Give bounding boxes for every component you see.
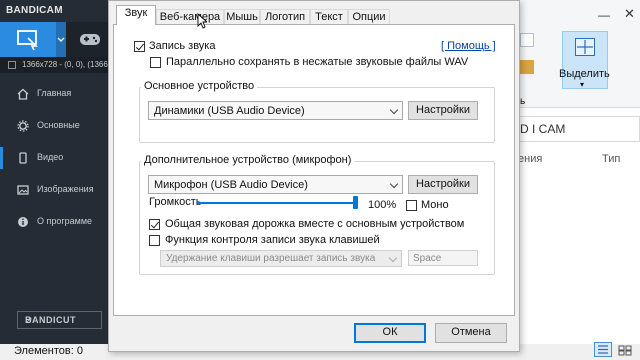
button-label: Настройки: [416, 104, 470, 116]
selected-indicator: [0, 147, 3, 169]
tiles-view-icon: [618, 345, 632, 356]
tab-label: Мышь: [226, 11, 258, 23]
nav-label: Изображения: [37, 184, 94, 194]
volume-value: 100%: [368, 199, 397, 211]
common-track-checkbox[interactable]: [149, 219, 160, 230]
column-header-type[interactable]: Тип: [602, 153, 620, 165]
nav-label: Видео: [37, 152, 64, 162]
tab-label: Текст: [315, 11, 343, 23]
capture-area-text: 1366x728 - (0, 0), (1366x7: [22, 60, 117, 69]
tiles-view-button[interactable]: [618, 345, 632, 356]
mono-label: Моно: [421, 199, 449, 211]
secondary-device-value: Микрофон (USB Audio Device): [154, 179, 308, 191]
tab-mouse[interactable]: Мышь: [224, 9, 260, 25]
nav-item-about[interactable]: О программе: [0, 207, 108, 237]
screen-mode-button[interactable]: [0, 22, 56, 57]
tab-label: Звук: [124, 7, 148, 19]
record-sound-checkbox[interactable]: [134, 41, 145, 52]
gear-icon: [17, 120, 29, 132]
capture-area-info: 1366x728 - (0, 0), (1366x7: [0, 57, 116, 73]
game-mode-button[interactable]: [76, 26, 104, 52]
button-label: ОК: [382, 326, 398, 338]
nav-label: О программе: [37, 216, 93, 226]
secondary-device-select[interactable]: Микрофон (USB Audio Device): [148, 175, 403, 194]
hotkey-checkbox[interactable]: [149, 235, 160, 246]
hotkey-mode-select[interactable]: Удержание клавиши разрешает запись звука: [160, 250, 402, 267]
tab-text[interactable]: Текст: [310, 9, 348, 25]
bandicam-logo: BANDICAM: [6, 5, 63, 16]
ok-button[interactable]: ОК: [354, 323, 426, 343]
tab-logo[interactable]: Логотип: [260, 9, 310, 25]
tab-label: Веб-камера: [159, 11, 221, 23]
chevron-down-icon: [389, 179, 399, 189]
volume-slider-track[interactable]: [197, 202, 355, 204]
details-view-button[interactable]: [594, 342, 612, 357]
button-label: Настройки: [416, 178, 470, 190]
address-text: D I CAM: [520, 122, 566, 136]
tab-sound[interactable]: Звук: [116, 5, 156, 25]
rectangle-mode-icon: [17, 30, 38, 51]
nav-item-images[interactable]: Изображения: [0, 175, 108, 205]
nav-item-general[interactable]: Основные: [0, 111, 108, 141]
hotkey-key-field[interactable]: Space: [408, 250, 478, 266]
chevron-down-icon: [388, 253, 398, 263]
mode-dropdown-button[interactable]: [56, 22, 66, 57]
minimize-button[interactable]: —: [598, 8, 610, 22]
secondary-device-settings-button[interactable]: Настройки: [408, 175, 478, 194]
secondary-device-group-label: Дополнительное устройство (микрофон): [141, 154, 355, 166]
common-track-label: Общая звуковая дорожка вместе с основным…: [165, 218, 465, 230]
save-wav-checkbox[interactable]: [150, 57, 161, 68]
video-icon: [19, 152, 27, 164]
details-view-icon: [598, 345, 608, 354]
capture-area-checkbox[interactable]: [8, 61, 16, 69]
chevron-down-icon: [57, 37, 65, 42]
external-link-icon: ↗: [25, 315, 34, 325]
tab-webcam[interactable]: Веб-камера: [156, 9, 224, 25]
button-label: Отмена: [451, 326, 491, 338]
ribbon-partial-label: ь: [520, 96, 526, 107]
bandicut-button[interactable]: BANDICUT ↗: [17, 311, 102, 329]
chevron-down-icon: [389, 105, 399, 115]
cancel-button[interactable]: Отмена: [435, 323, 507, 343]
nav-item-home[interactable]: Главная: [0, 79, 108, 109]
nav-item-video[interactable]: Видео: [0, 143, 108, 173]
main-device-select[interactable]: Динамики (USB Audio Device): [148, 101, 403, 120]
volume-slider-thumb[interactable]: [353, 196, 358, 209]
nav-label: Основные: [37, 120, 80, 130]
tab-label: Опции: [352, 11, 386, 23]
mono-checkbox[interactable]: [406, 200, 417, 211]
tab-label: Логотип: [264, 11, 306, 23]
main-device-group-label: Основное устройство: [141, 80, 258, 92]
chevron-down-icon: ▾: [580, 80, 585, 89]
volume-label: Громкость: [149, 196, 202, 208]
hotkey-mode-value: Удержание клавиши разрешает запись звука: [166, 253, 376, 264]
ribbon-file-icon[interactable]: [520, 33, 534, 47]
home-icon: [17, 88, 29, 100]
gamepad-icon: [80, 34, 100, 45]
record-sound-label: Запись звука: [149, 40, 216, 52]
hotkey-label: Функция контроля записи звука клавишей: [165, 234, 380, 246]
ribbon-folder-icon[interactable]: [520, 60, 534, 74]
mouse-cursor-icon: [197, 13, 207, 29]
item-count-status: Элементов: 0: [14, 345, 83, 357]
select-grid-icon: [575, 38, 595, 56]
main-device-value: Динамики (USB Audio Device): [154, 105, 305, 117]
select-label: Выделить: [559, 68, 610, 80]
help-link[interactable]: [ Помощь ]: [441, 40, 496, 52]
info-icon: [18, 217, 28, 227]
close-button[interactable]: ✕: [624, 6, 635, 22]
main-device-settings-button[interactable]: Настройки: [408, 101, 478, 120]
nav-label: Главная: [37, 88, 72, 98]
tab-options[interactable]: Опции: [348, 9, 390, 25]
bandicam-titlebar: BANDICAM: [0, 0, 108, 22]
image-icon: [17, 185, 29, 195]
save-wav-label: Параллельно сохранять в несжатые звуковы…: [166, 56, 469, 68]
column-header-name[interactable]: ения: [518, 153, 542, 165]
